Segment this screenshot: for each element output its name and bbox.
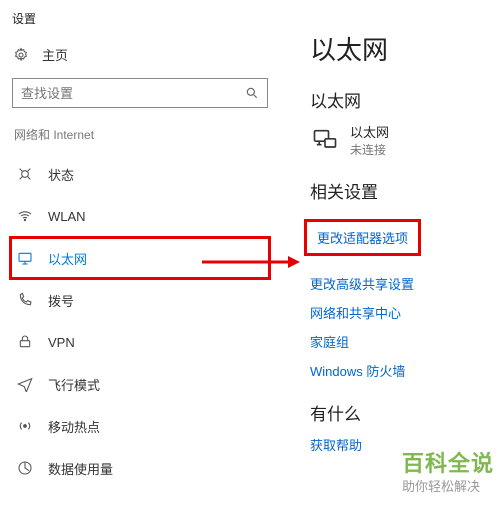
adapter-status-text: 以太网 未连接 [350, 122, 389, 158]
adapter-heading: 以太网 [310, 87, 500, 112]
nav-label: 数据使用量 [48, 459, 113, 478]
hotspot-icon [16, 417, 34, 435]
adapter-status-row[interactable]: 以太网 未连接 [310, 122, 500, 158]
related-heading: 相关设置 [310, 178, 500, 203]
link-get-help[interactable]: 获取帮助 [310, 435, 500, 454]
nav-item-wlan[interactable]: WLAN [10, 195, 270, 237]
wifi-icon [16, 207, 34, 225]
adapter-status: 未连接 [350, 141, 389, 158]
nav-item-vpn[interactable]: VPN [10, 321, 270, 363]
ethernet-adapter-icon [310, 125, 340, 155]
search-icon [237, 86, 267, 100]
nav-label: VPN [48, 335, 75, 350]
link-firewall[interactable]: Windows 防火墙 [310, 361, 500, 380]
settings-right-pane: 以太网 以太网 以太网 未连接 相关设置 更改适配器选项 更改高级共享设置 网络… [310, 30, 500, 464]
section-label: 网络和 Internet [14, 126, 270, 143]
nav-label: 以太网 [48, 249, 87, 268]
airplane-icon [16, 375, 34, 393]
adapter-name: 以太网 [350, 122, 389, 141]
watermark-subtitle: 助你轻松解决 [402, 476, 494, 495]
search-box[interactable] [12, 78, 268, 108]
data-usage-icon [16, 459, 34, 477]
nav-item-status[interactable]: 状态 [10, 153, 270, 195]
link-advanced-sharing[interactable]: 更改高级共享设置 [310, 274, 500, 293]
home-nav-item[interactable]: 主页 [10, 41, 270, 70]
nav-label: 状态 [48, 165, 74, 184]
phone-icon [16, 291, 34, 309]
home-label: 主页 [42, 45, 68, 64]
settings-left-pane: 设置 主页 网络和 Internet 状态 [0, 0, 280, 489]
window-title: 设置 [12, 10, 270, 27]
nav-item-datausage[interactable]: 数据使用量 [10, 447, 270, 489]
nav-label: 移动热点 [48, 417, 100, 436]
nav-item-ethernet[interactable]: 以太网 [10, 237, 270, 279]
gear-icon [12, 46, 30, 64]
ethernet-icon [16, 249, 34, 267]
help-heading: 有什么 [310, 400, 500, 425]
nav-label: 飞行模式 [48, 375, 100, 394]
nav-item-airplane[interactable]: 飞行模式 [10, 363, 270, 405]
page-title: 以太网 [310, 30, 500, 67]
nav-item-hotspot[interactable]: 移动热点 [10, 405, 270, 447]
link-adapter-options[interactable]: 更改适配器选项 [304, 219, 421, 256]
nav-item-dialup[interactable]: 拨号 [10, 279, 270, 321]
vpn-icon [16, 333, 34, 351]
link-homegroup[interactable]: 家庭组 [310, 332, 500, 351]
nav-label: WLAN [48, 209, 86, 224]
status-icon [16, 165, 34, 183]
nav-label: 拨号 [48, 291, 74, 310]
search-input[interactable] [13, 86, 237, 101]
link-network-center[interactable]: 网络和共享中心 [310, 303, 500, 322]
